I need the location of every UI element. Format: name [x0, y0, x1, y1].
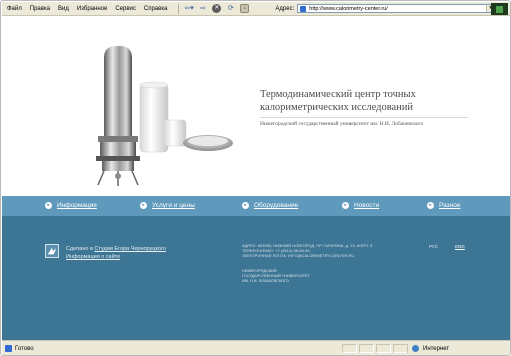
calorimeter-photo [96, 46, 233, 186]
stop-icon[interactable]: ✕ [212, 4, 222, 13]
browser-window: Файл Правка Вид Избранное Сервис Справка… [0, 0, 511, 356]
nav-item-news[interactable]: ▸ Новости [342, 202, 379, 209]
contact-address: АДРЕС: 603950, НИЖНИЙ НОВГОРОД, ПР. ГАГА… [242, 244, 372, 259]
nav-item-label[interactable]: Разное [439, 202, 460, 209]
page-icon [300, 5, 307, 12]
menu-file[interactable]: Файл [7, 6, 22, 12]
organization-name: НИЖЕГОРОДСКИЙ ГОСУДАРСТВЕННЫЙ УНИВЕРСИТЕ… [242, 269, 310, 284]
address-label: Адрес: [275, 5, 295, 12]
status-bar: Готово Интернет [2, 340, 510, 355]
site-title: Термодинамический центр точных калоримет… [260, 89, 416, 113]
nav-item-label[interactable]: Услуги и цены [152, 202, 195, 209]
menu-tools[interactable]: Сервис [115, 6, 136, 12]
studio-credit: Сделано в Студии Егора Черноруцкого Инфо… [66, 245, 166, 261]
language-ru: РУС [429, 244, 439, 249]
home-icon[interactable]: ⌂ [240, 4, 250, 13]
main-navigation: ▸ Информация ▸ Услуги и цены ▸ Оборудова… [2, 196, 510, 216]
site-subtitle: Нижегородский государственный университе… [260, 121, 424, 127]
studio-logo-icon [45, 244, 59, 258]
menu-help[interactable]: Справка [144, 6, 168, 12]
back-arrow-icon[interactable]: ⇦▾ [184, 4, 193, 14]
address-bar[interactable]: http://www.calorimetry-center.ru/ ▼ [297, 4, 496, 13]
arrow-bullet-icon: ▸ [140, 202, 147, 209]
zone-label: Интернет [423, 345, 450, 352]
about-site-link[interactable]: Информация о сайте [66, 254, 120, 260]
nav-buttons: ⇦▾ ⇨ ✕ ⟳ ⌂ [184, 2, 254, 16]
nav-item-label[interactable]: Новости [354, 202, 379, 209]
title-divider [260, 117, 468, 118]
nav-item-equipment[interactable]: ▸ Оборудование [242, 202, 298, 209]
menu-bar: Файл Правка Вид Избранное Сервис Справка [2, 2, 175, 16]
nav-item-services[interactable]: ▸ Услуги и цены [140, 202, 195, 209]
language-en-link[interactable]: ENG [455, 244, 465, 249]
nav-item-misc[interactable]: ▸ Разное [427, 202, 460, 209]
forward-arrow-icon[interactable]: ⇨ [198, 4, 207, 14]
status-panel [393, 344, 408, 353]
arrow-bullet-icon: ▸ [427, 202, 434, 209]
email-line: ЭЛЕКТРОННАЯ ПОЧТА: INFO@CALORIMETRY-CENT… [242, 254, 355, 258]
org-line: ИМ. Н.И. ЛОБАЧЕВСКОГО [242, 279, 289, 283]
nav-item-label[interactable]: Информация [57, 202, 97, 209]
browser-toolbar: Файл Правка Вид Избранное Сервис Справка… [2, 2, 510, 16]
arrow-bullet-icon: ▸ [242, 202, 249, 209]
status-panels [342, 344, 410, 353]
status-text: Готово [15, 345, 34, 352]
nav-item-info[interactable]: ▸ Информация [45, 202, 97, 209]
refresh-icon[interactable]: ⟳ [226, 4, 235, 14]
status-panel [376, 344, 391, 353]
studio-link[interactable]: Студии Егора Черноруцкого [94, 246, 166, 252]
menu-edit[interactable]: Правка [30, 6, 50, 12]
status-panel [342, 344, 357, 353]
menu-favorites[interactable]: Избранное [77, 6, 107, 12]
site-footer: Сделано в Студии Егора Черноруцкого Инфо… [2, 216, 510, 340]
page-done-icon [5, 345, 12, 352]
windows-logo-icon [491, 3, 508, 15]
address-url[interactable]: http://www.calorimetry-center.ru/ [309, 6, 388, 12]
status-panel [359, 344, 374, 353]
globe-icon [412, 345, 419, 352]
arrow-bullet-icon: ▸ [45, 202, 52, 209]
nav-item-label[interactable]: Оборудование [254, 202, 298, 209]
security-zone: Интернет [407, 344, 507, 353]
arrow-bullet-icon: ▸ [342, 202, 349, 209]
hero-section: Термодинамический центр точных калоримет… [2, 17, 510, 196]
studio-prefix: Сделано в [66, 246, 93, 252]
toolbar-divider [178, 3, 180, 14]
menu-view[interactable]: Вид [58, 6, 69, 12]
